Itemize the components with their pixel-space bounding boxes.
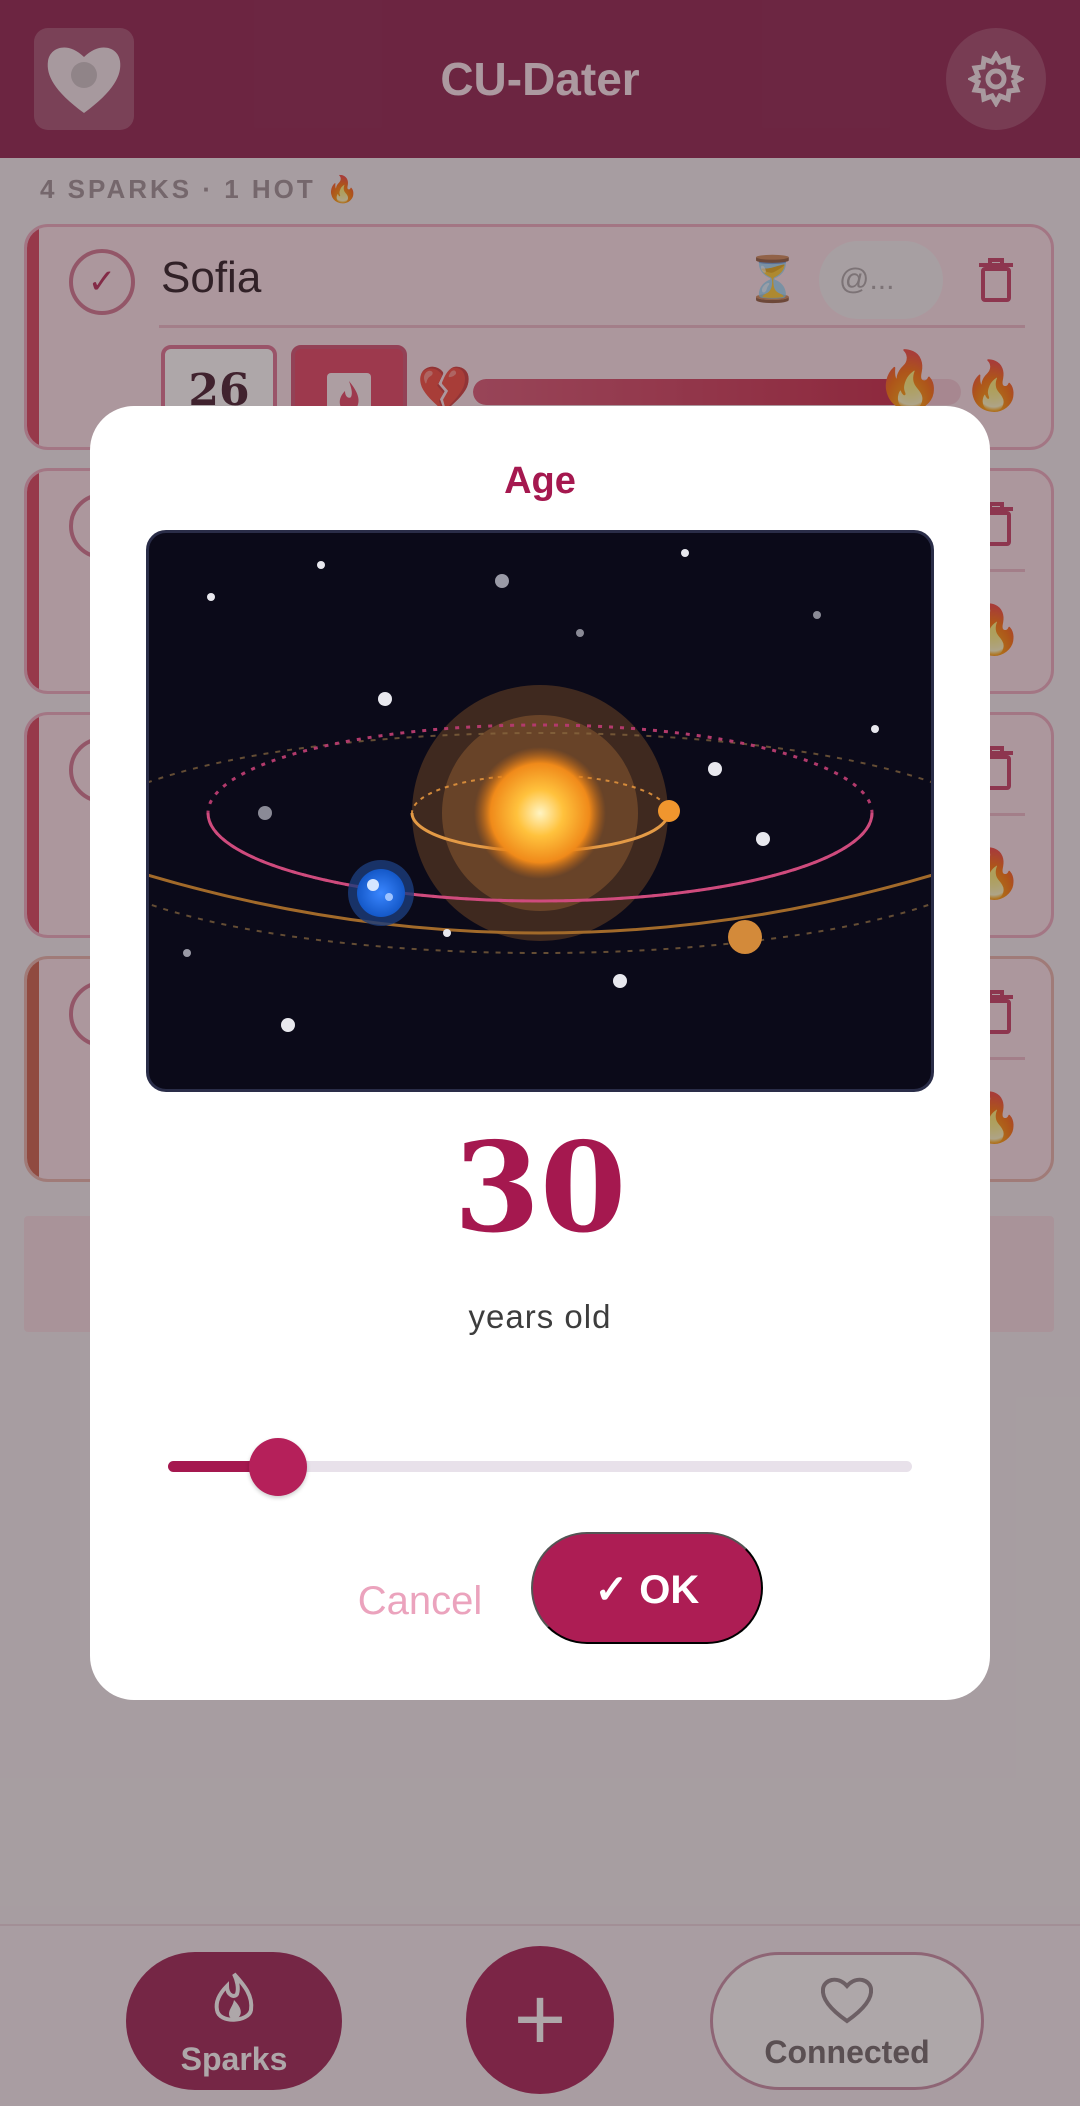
dialog-title: Age (504, 460, 576, 502)
age-dialog: Age 30 years old Cancel ✓ OK (90, 406, 990, 1700)
sun (474, 747, 606, 879)
age-slider[interactable] (168, 1436, 912, 1496)
outer-planet (728, 920, 762, 954)
solar-system-illustration (146, 530, 934, 1092)
ok-button[interactable]: ✓ OK (531, 1532, 763, 1644)
blue-planet (357, 869, 405, 917)
age-unit-label: years old (468, 1298, 612, 1335)
inner-planet (658, 800, 680, 822)
cancel-button[interactable]: Cancel (340, 1566, 500, 1636)
age-value: 30 (453, 1116, 627, 1261)
slider-thumb[interactable] (249, 1438, 308, 1496)
